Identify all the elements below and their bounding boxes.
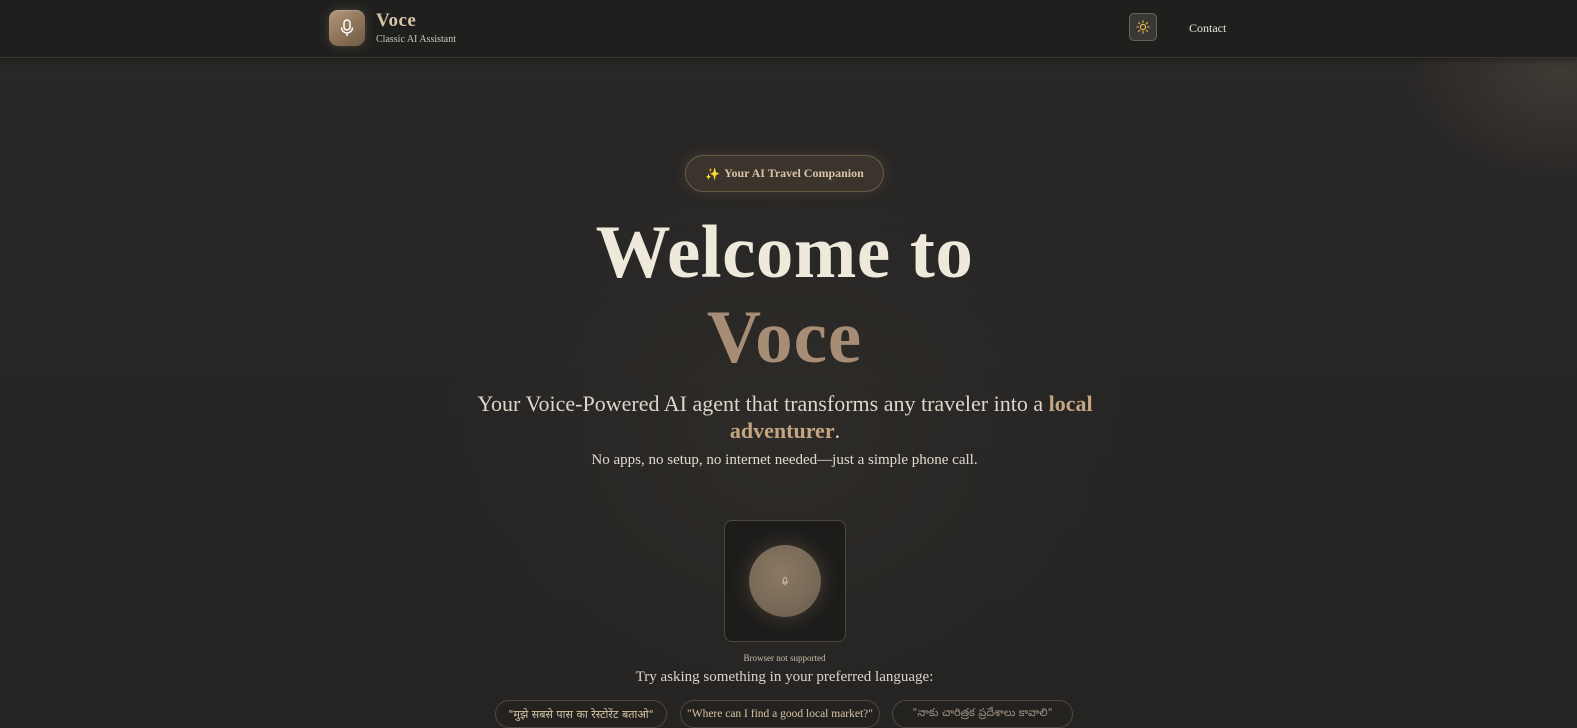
hero-tagline: Your Voice-Powered AI agent that transfo…	[440, 390, 1130, 444]
mic-button[interactable]	[749, 545, 821, 617]
logo[interactable]	[329, 10, 365, 46]
microphone-icon	[340, 19, 354, 36]
top-navbar: Voce Classic AI Assistant Contact	[0, 0, 1577, 58]
tagline-end: .	[834, 418, 841, 443]
microphone-icon	[781, 576, 789, 585]
tagline-main: Your Voice-Powered AI agent that transfo…	[477, 391, 1049, 416]
sparkles-icon: ✨	[705, 166, 721, 181]
hero-subline: No apps, no setup, no internet needed—ju…	[591, 452, 978, 468]
hero-title-line2: Voce	[706, 296, 863, 379]
hero-title-line1: Welcome to	[595, 211, 974, 294]
voice-input-card	[724, 520, 846, 642]
theme-toggle-button[interactable]	[1129, 13, 1157, 41]
try-asking-label: Try asking something in your preferred l…	[635, 669, 934, 685]
sun-icon	[1136, 20, 1150, 34]
example-query-telugu[interactable]: "నాకు చారిత్రక ప్రదేశాలు కావాలి"	[892, 700, 1073, 728]
travel-companion-badge: ✨ Your AI Travel Companion	[685, 155, 884, 192]
brand-name[interactable]: Voce	[376, 10, 416, 32]
brand-subtitle: Classic AI Assistant	[376, 34, 457, 45]
mic-status-text: Browser not supported	[743, 653, 826, 663]
example-query-english[interactable]: "Where can I find a good local market?"	[680, 700, 880, 728]
contact-link[interactable]: Contact	[1189, 21, 1226, 35]
badge-text: Your AI Travel Companion	[724, 166, 864, 180]
example-query-hindi[interactable]: "मुझे सबसे पास का रेस्टोरेंट बताओ"	[495, 700, 667, 728]
